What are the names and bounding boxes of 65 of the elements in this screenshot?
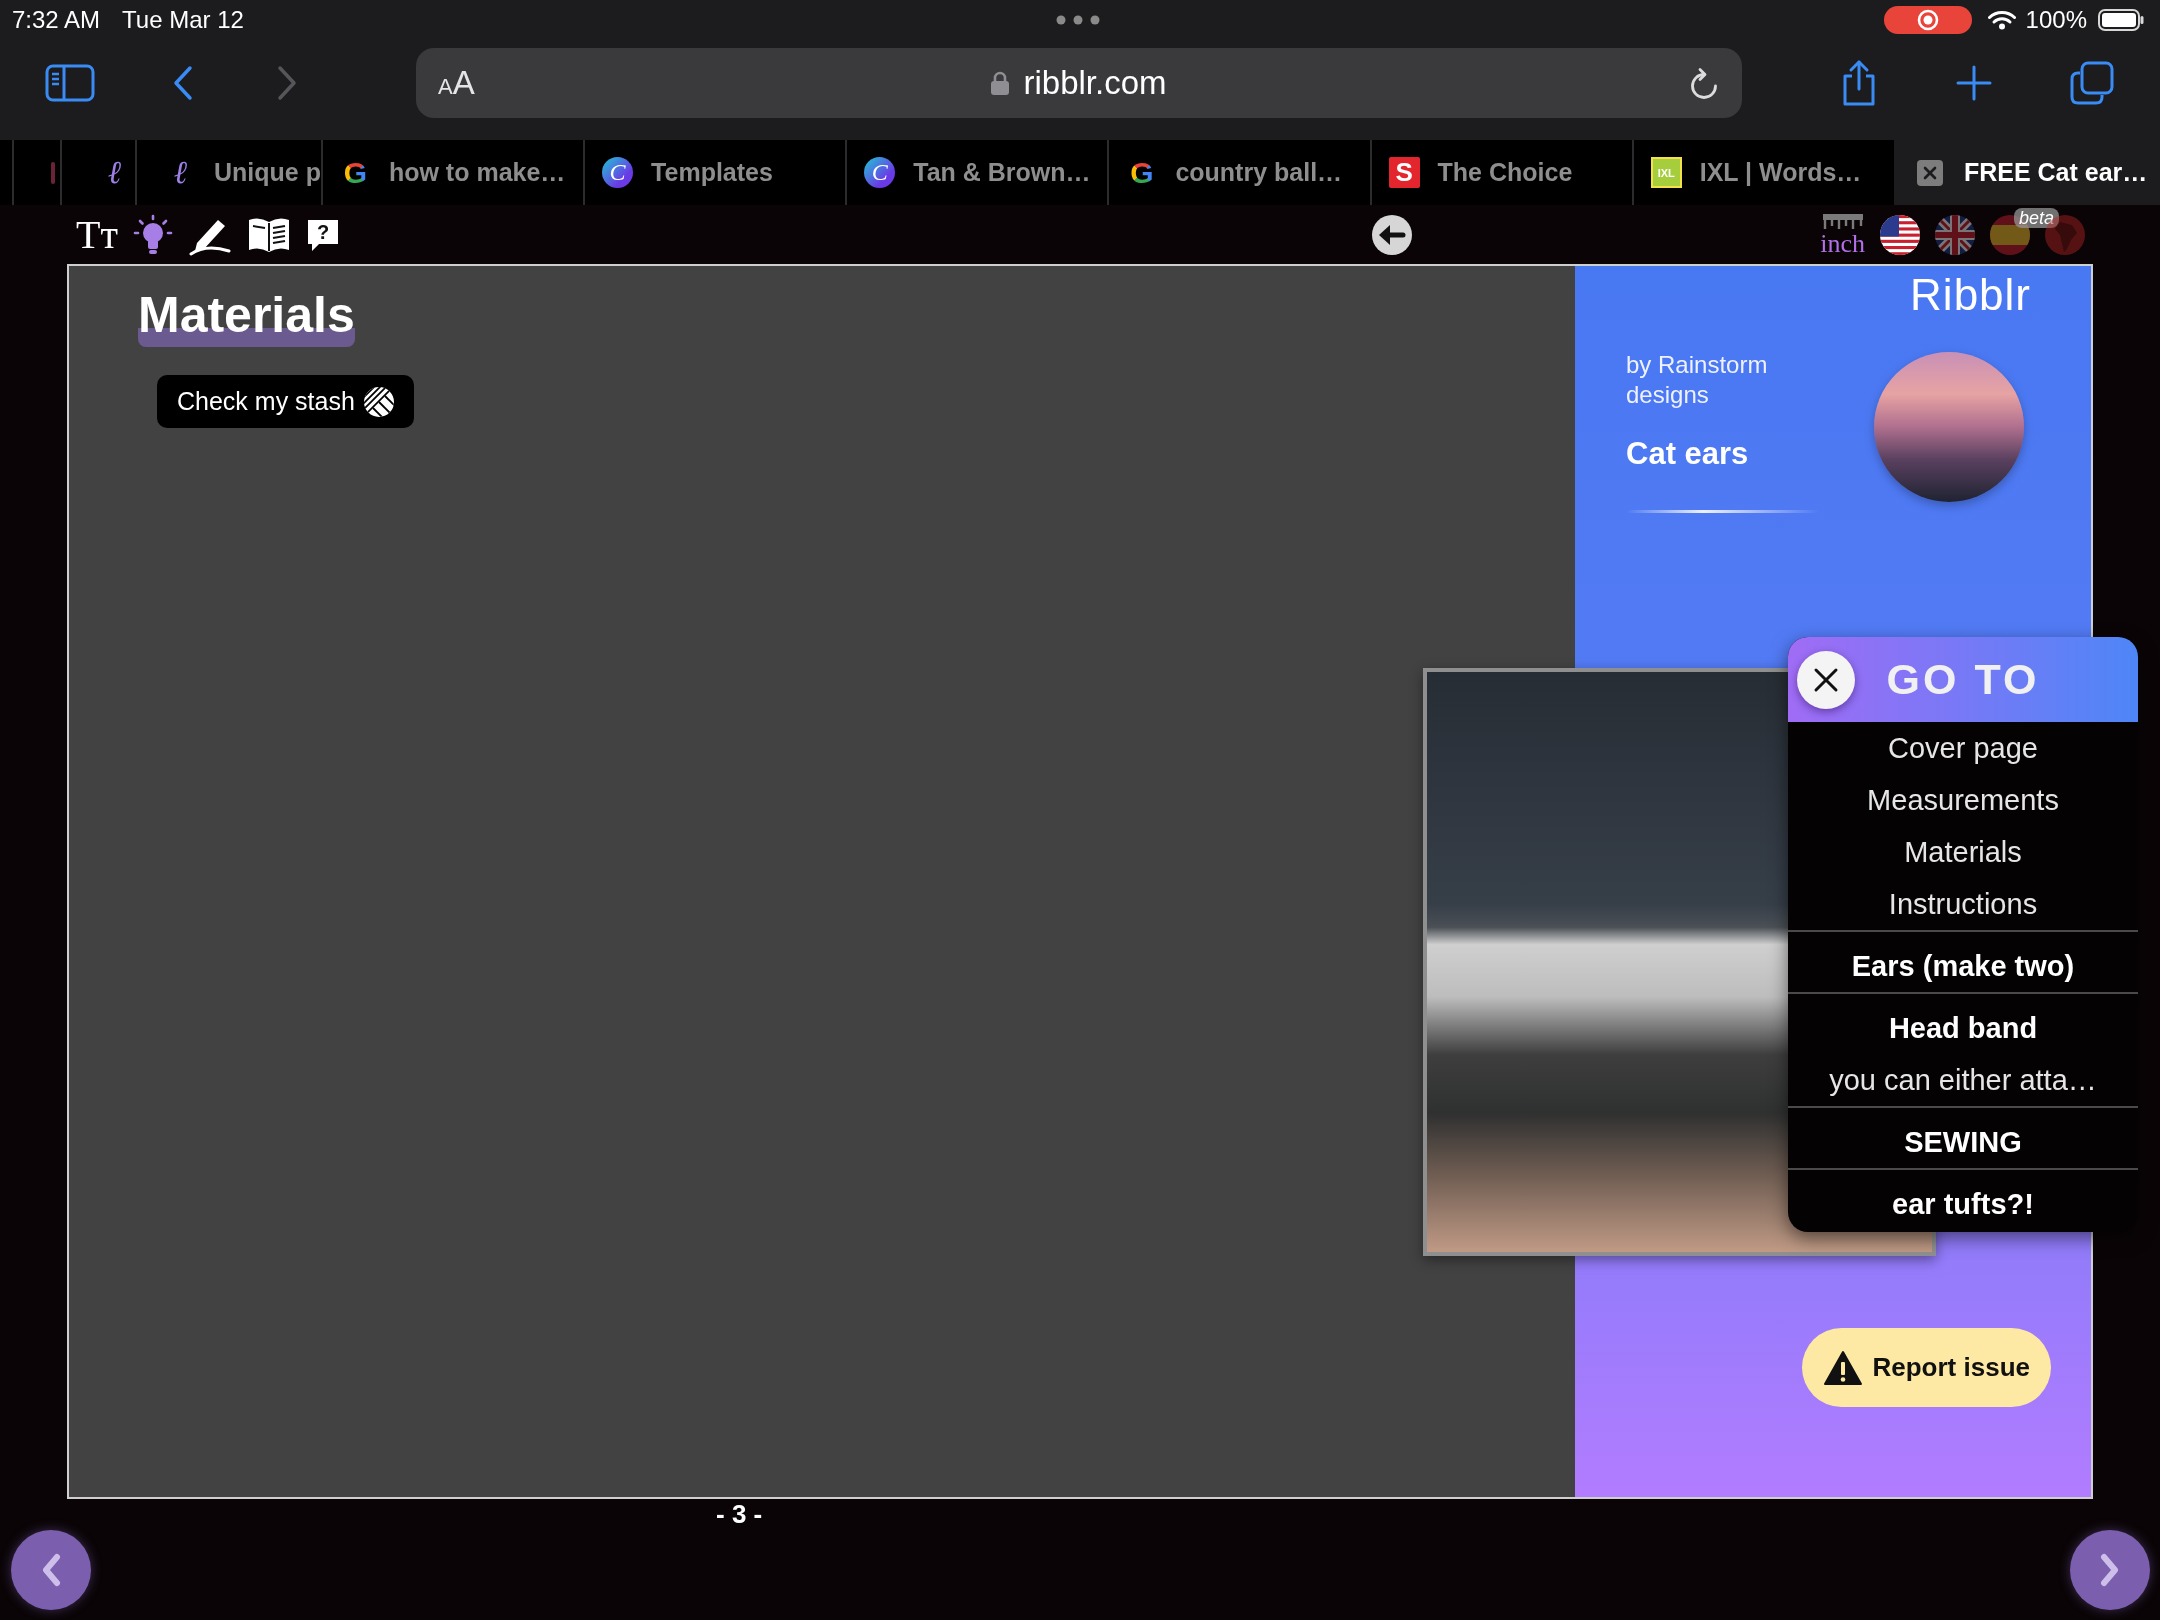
close-button[interactable]	[1797, 650, 1855, 709]
chevron-left-icon	[40, 1553, 62, 1587]
favicon: S	[1388, 157, 1420, 188]
designer-byline[interactable]: by Rainstorm designs	[1626, 350, 1804, 410]
browser-tab[interactable]: G how to make…	[320, 140, 584, 205]
page-number: - 3 -	[716, 1499, 763, 1529]
yarn-ball-icon	[362, 385, 395, 418]
menu-item[interactable]: Measurements	[1788, 774, 2138, 826]
browser-tab[interactable]: S The Choice	[1369, 140, 1632, 205]
warning-icon	[1822, 1349, 1863, 1386]
favicon: C	[602, 157, 634, 188]
menu-item[interactable]: Cover page	[1788, 722, 2138, 774]
menu-item[interactable]: Head band	[1788, 1002, 2138, 1054]
page-menu-button[interactable]: AA	[438, 64, 475, 102]
new-tab-icon[interactable]	[1956, 65, 1992, 101]
recording-indicator[interactable]	[1883, 6, 1972, 34]
close-tab-icon[interactable]	[1916, 159, 1943, 186]
help-button[interactable]: ?	[305, 217, 340, 252]
browser-tab[interactable]: ℓ Unique p	[135, 140, 321, 205]
browser-tab[interactable]: C Tan & Brown…	[845, 140, 1108, 205]
sidebar-icon[interactable]	[45, 64, 95, 102]
browser-tab[interactable]: IXL IXL | Words…	[1631, 140, 1894, 205]
report-issue-button[interactable]: Report issue	[1801, 1328, 2051, 1407]
browser-tab[interactable]: C Templates	[583, 140, 846, 205]
menu-item[interactable]: Instructions	[1788, 878, 2138, 930]
status-time: 7:32 AM	[12, 6, 101, 34]
more-dots-icon[interactable]	[1056, 15, 1100, 25]
menu-item[interactable]: SEWING	[1788, 1116, 2138, 1168]
us-flag-icon[interactable]	[1880, 214, 1920, 255]
wifi-icon	[1987, 10, 2016, 30]
favicon: IXL	[1650, 157, 1682, 188]
ruler-icon	[1821, 212, 1864, 231]
tabs-overview-icon[interactable]	[2070, 61, 2114, 105]
battery-icon	[2098, 9, 2144, 31]
previous-page-button[interactable]	[11, 1530, 91, 1610]
browser-tab[interactable]: FREE Cat ear…	[1893, 140, 2160, 205]
units-button[interactable]: inch	[1820, 212, 1865, 257]
browser-tab[interactable]: G country ball…	[1107, 140, 1370, 205]
favicon: C	[864, 157, 896, 188]
menu-item[interactable]: Materials	[1788, 826, 2138, 878]
menu-item[interactable]: ear tufts?!	[1788, 1178, 2138, 1230]
battery-percentage: 100%	[2025, 6, 2087, 34]
reload-icon[interactable]	[1689, 67, 1719, 99]
partial-favicon-icon	[51, 161, 55, 184]
uk-flag-icon[interactable]	[1935, 214, 1975, 255]
beta-badge: beta	[2013, 207, 2059, 228]
address-field[interactable]: AA ribblr.com	[416, 48, 1742, 118]
back-icon[interactable]	[172, 65, 194, 101]
record-icon	[1916, 9, 1939, 31]
browser-tab[interactable]: ℓ	[60, 140, 135, 205]
site-logo[interactable]: Ribblr	[1910, 270, 2031, 320]
favicon: ℓ	[106, 157, 123, 188]
next-page-button[interactable]	[2070, 1530, 2150, 1610]
menu-item[interactable]: you can either atta…	[1788, 1054, 2138, 1106]
check-stash-button[interactable]: Check my stash	[157, 375, 414, 428]
menu-title: GO TO	[1885, 655, 2041, 704]
status-date: Tue Mar 12	[122, 6, 244, 34]
text-size-button[interactable]: Tт	[76, 213, 118, 256]
favicon: ℓ	[172, 157, 189, 188]
close-icon	[1813, 666, 1839, 693]
chevron-right-icon	[2099, 1553, 2121, 1587]
lightbulb-icon[interactable]	[132, 213, 173, 256]
menu-item[interactable]: Ears (make two)	[1788, 940, 2138, 992]
pattern-title: Cat ears	[1626, 435, 1749, 473]
url-text: ribblr.com	[1023, 64, 1167, 102]
